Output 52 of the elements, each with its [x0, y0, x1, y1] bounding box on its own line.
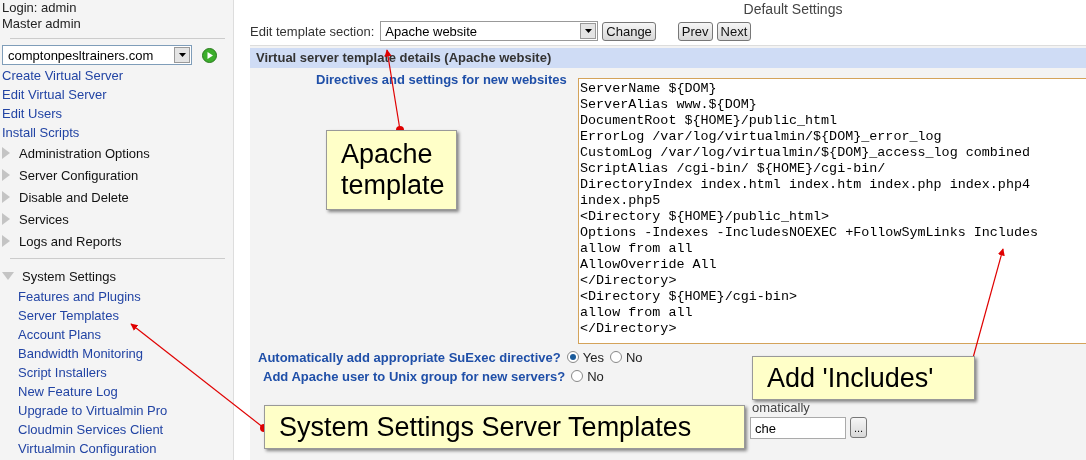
radio-label: No [587, 368, 604, 384]
sidebar-link[interactable]: Cloudmin Services Client [18, 422, 164, 437]
section-select[interactable]: Apache website [380, 21, 599, 41]
section-label: Edit template section: [250, 23, 375, 39]
sidebar-link[interactable]: Virtualmin Configuration [18, 441, 157, 456]
callout-note: Apache template [326, 130, 457, 210]
callout-note: Add 'Includes' [752, 356, 975, 400]
collapse-triangle-icon[interactable] [2, 271, 14, 281]
sidebar-category[interactable]: System Settings [22, 268, 116, 284]
radio-label: Yes [582, 349, 604, 365]
caret-icon[interactable] [178, 53, 186, 57]
callout-note: System Settings Server Templates [264, 405, 745, 449]
go-icon[interactable] [202, 47, 217, 63]
sidebar-link[interactable]: Upgrade to Virtualmin Pro [18, 403, 168, 418]
role-text: Master admin [2, 16, 82, 32]
field-label: omatically [752, 400, 810, 415]
browse-button[interactable]: ... [850, 417, 868, 438]
expand-triangle-icon[interactable] [2, 235, 11, 247]
sidebar-link[interactable]: Script Installers [18, 365, 107, 380]
sidebar-category[interactable]: Services [19, 211, 69, 227]
sidebar-link[interactable]: Features and Plugins [18, 289, 141, 304]
sidebar-category[interactable]: Logs and Reports [19, 233, 122, 249]
section-button[interactable]: Change [602, 21, 656, 41]
directives-field[interactable]: ServerName ${DOM} ServerAlias www.${DOM} DocumentRoot ${HOME}/public_html ErrorLog /var/log/virtualmin/${DOM}_error_log CustomLog /var/log/virtualmin/${DOM}_access_log combined ScriptAlias /cgi-bin/ ${HOME}/cgi-bin/ DirectoryIndex index.html index.htm index.php index.php4 index.php5 <Directory ${HOME}/public_html> Options -Indexes -IncludesNOEXEC +FollowSymLinks Includes allow from all AllowOverride All </Directory> <Directory ${HOME}/cgi-bin> allow from all </Directory> [578, 78, 1086, 344]
radio-label: No [625, 349, 643, 365]
expand-triangle-icon[interactable] [2, 191, 11, 203]
sidebar-link[interactable]: Edit Users [2, 106, 62, 121]
sidebar-link[interactable]: Edit Virtual Server [2, 87, 107, 102]
radio-button[interactable] [566, 351, 579, 363]
page-title: Default Settings [742, 0, 844, 19]
expand-triangle-icon[interactable] [2, 213, 11, 225]
sidebar-category[interactable]: Disable and Delete [19, 189, 129, 205]
domain-select[interactable]: comptonpesltrainers.com [2, 45, 192, 65]
sidebar-link[interactable]: Bandwidth Monitoring [18, 346, 144, 361]
sidebar-link[interactable]: Install Scripts [2, 125, 80, 140]
sidebar-link[interactable]: Account Plans [18, 327, 102, 342]
sidebar-category[interactable]: Server Configuration [19, 167, 139, 183]
section-button[interactable]: Prev [677, 21, 713, 41]
section-button[interactable]: Next [716, 21, 752, 41]
login-text: Login: admin [2, 0, 78, 16]
input-field[interactable]: che [750, 417, 846, 439]
caret-icon[interactable] [584, 29, 592, 33]
option-label: Add Apache user to Unix group for new servers? [263, 368, 566, 384]
radio-button[interactable] [571, 370, 584, 382]
sidebar-link[interactable]: New Feature Log [18, 384, 118, 399]
radio-button[interactable] [609, 351, 622, 363]
sidebar-category[interactable]: Administration Options [19, 145, 150, 161]
option-label: Automatically add appropriate SuExec directive? [258, 349, 561, 365]
expand-triangle-icon[interactable] [2, 147, 11, 159]
expand-triangle-icon[interactable] [2, 169, 11, 181]
sidebar-link[interactable]: Server Templates [18, 308, 119, 323]
sidebar-link[interactable]: Create Virtual Server [2, 68, 124, 83]
